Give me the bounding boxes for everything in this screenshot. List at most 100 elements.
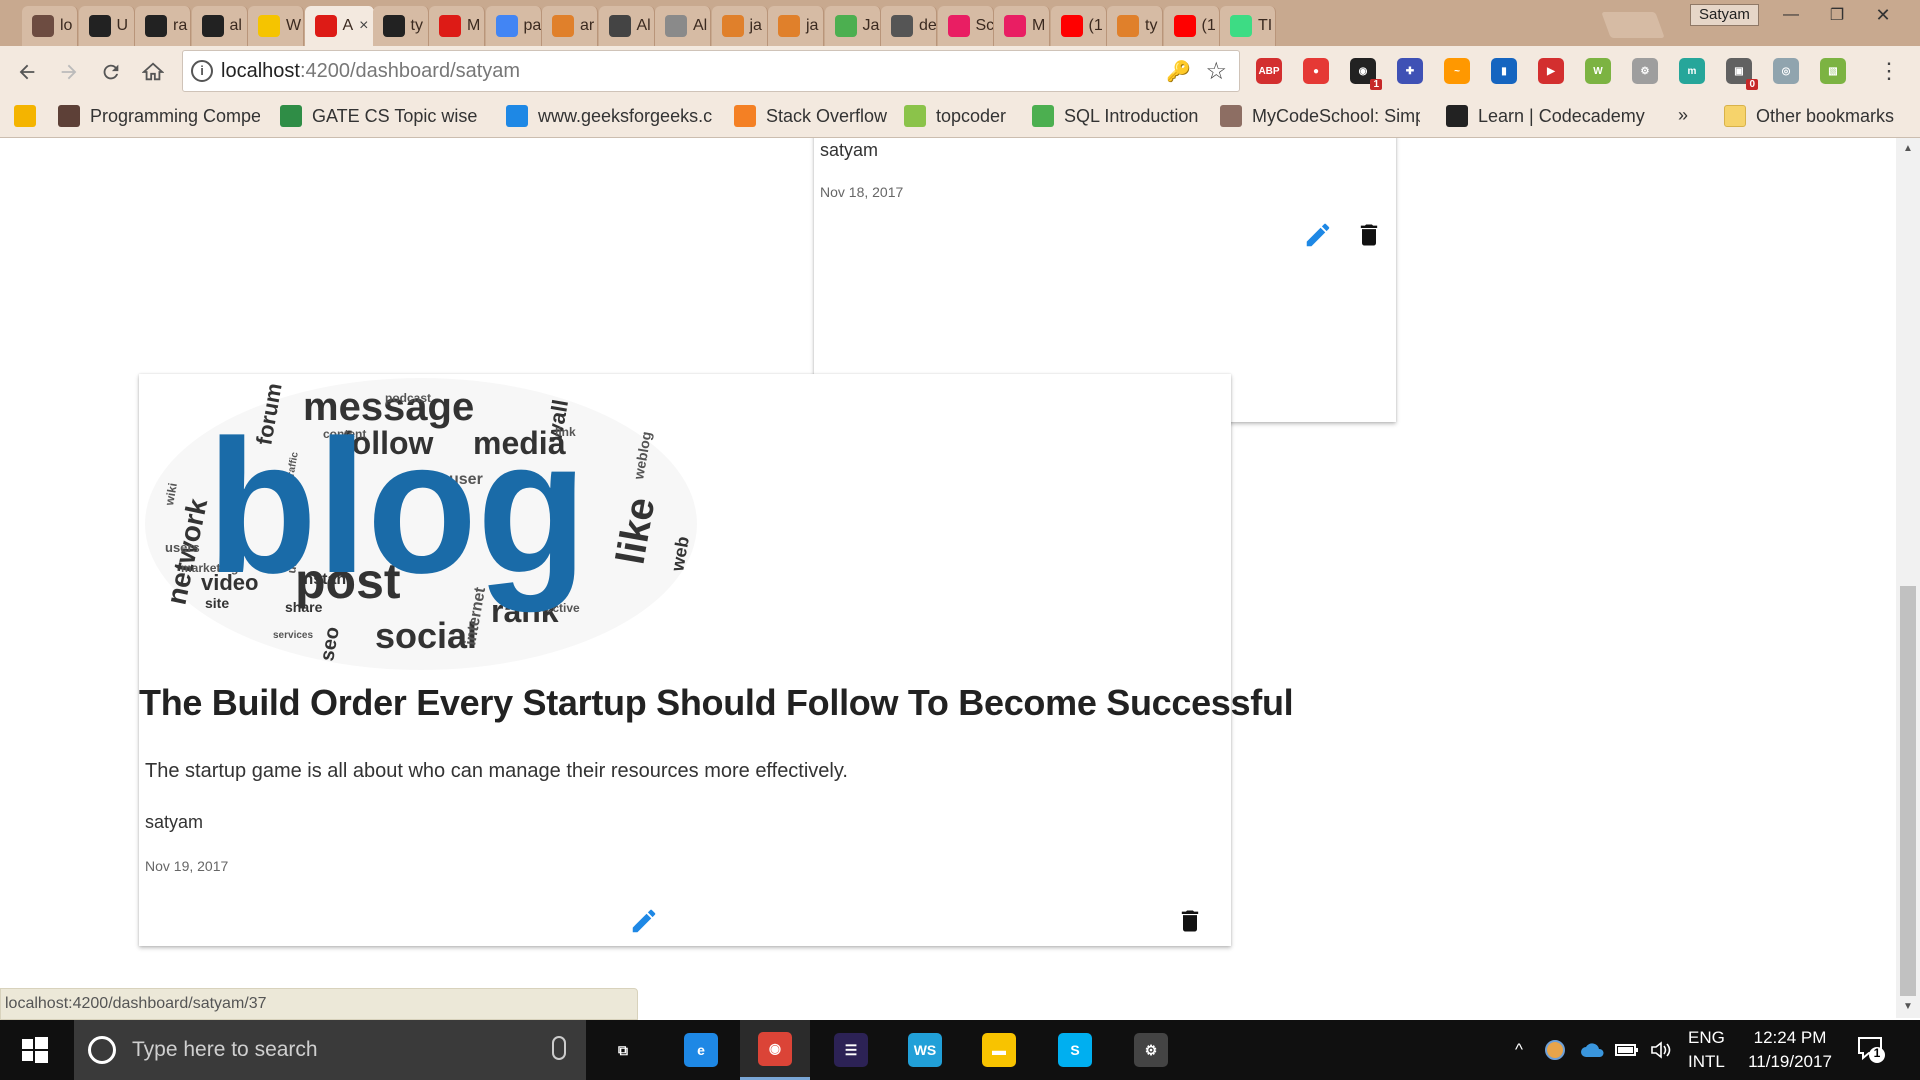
forward-arrow-icon bbox=[61, 64, 77, 80]
puzzle-icon[interactable]: ✚ bbox=[1397, 58, 1423, 84]
post-date: Nov 19, 2017 bbox=[145, 858, 229, 874]
post-title: The Build Order Every Startup Should Fol… bbox=[139, 682, 1294, 723]
tray-expand-icon[interactable]: ^ bbox=[1504, 1020, 1534, 1080]
back-button[interactable] bbox=[10, 56, 44, 88]
android-icon bbox=[1230, 15, 1252, 37]
tab[interactable]: de bbox=[881, 6, 937, 46]
edit-button[interactable] bbox=[627, 904, 661, 938]
bookmark-item[interactable]: SQL Introduction bbox=[1032, 105, 1198, 127]
pocket-icon[interactable]: ▶ bbox=[1538, 58, 1564, 84]
onedrive-icon[interactable] bbox=[1576, 1020, 1610, 1080]
briefcase-icon[interactable]: ▣ 0 bbox=[1726, 58, 1758, 90]
tab[interactable]: al bbox=[191, 6, 248, 46]
scroll-up-arrow-icon[interactable]: ▲ bbox=[1896, 138, 1920, 160]
tab[interactable]: ja bbox=[768, 6, 824, 46]
tab[interactable]: ja bbox=[711, 6, 768, 46]
tab-title: Sc bbox=[975, 17, 994, 34]
skype-taskbar-button[interactable]: S bbox=[1040, 1020, 1110, 1080]
task-view-taskbar-button[interactable]: ⧉ bbox=[588, 1020, 658, 1080]
bookmark-icon[interactable]: ▮ bbox=[1491, 58, 1517, 84]
menu-icon[interactable]: ⋮ bbox=[1878, 58, 1900, 84]
key-icon[interactable]: 🔑 bbox=[1166, 59, 1191, 84]
screenshot-icon[interactable]: ▧ bbox=[1820, 58, 1846, 84]
eclipse-taskbar-button[interactable]: ☰ bbox=[816, 1020, 886, 1080]
clock-time: 12:24 PM bbox=[1753, 1028, 1827, 1047]
tab[interactable]: (1 bbox=[1050, 6, 1107, 46]
pencil-icon bbox=[1306, 223, 1330, 247]
tab[interactable]: (1 bbox=[1163, 6, 1220, 46]
youtube-icon bbox=[1173, 15, 1196, 37]
tab[interactable]: ty bbox=[372, 6, 429, 46]
ghost-icon[interactable]: ◉ 1 bbox=[1350, 58, 1382, 90]
delete-button[interactable] bbox=[1352, 218, 1386, 252]
chrome-taskbar-button[interactable]: ◉ bbox=[740, 1020, 810, 1080]
info-icon[interactable]: i bbox=[191, 60, 213, 82]
star-icon[interactable]: ☆ bbox=[1205, 57, 1227, 86]
tray-app-icon[interactable] bbox=[1540, 1020, 1570, 1080]
wave-icon[interactable]: ~ bbox=[1444, 58, 1470, 84]
home-button[interactable] bbox=[136, 56, 170, 88]
restore-button[interactable]: ❐ bbox=[1814, 0, 1860, 30]
address-bar[interactable]: i localhost:4200/dashboard/satyam 🔑 ☆ bbox=[182, 50, 1240, 92]
start-button[interactable] bbox=[0, 1020, 70, 1080]
minimize-button[interactable]: — bbox=[1768, 0, 1814, 30]
bookmark-item[interactable]: MyCodeSchool: Simp bbox=[1220, 105, 1420, 127]
other-bookmarks[interactable]: Other bookmarks bbox=[1724, 105, 1894, 127]
tab[interactable]: TI bbox=[1220, 6, 1276, 46]
shield-icon[interactable]: ● bbox=[1303, 58, 1329, 84]
edit-button[interactable] bbox=[1301, 218, 1335, 252]
file-explorer-taskbar-button[interactable]: ▬ bbox=[964, 1020, 1034, 1080]
adblock-icon[interactable]: ABP bbox=[1256, 58, 1282, 84]
extension-glyph: ◎ bbox=[1781, 65, 1791, 77]
tab[interactable]: ra bbox=[135, 6, 191, 46]
bookmark-item[interactable]: www.geeksforgeeks.c bbox=[506, 105, 712, 127]
scroll-thumb[interactable] bbox=[1900, 586, 1916, 996]
tab[interactable]: A × bbox=[304, 6, 375, 46]
close-window-button[interactable]: ✕ bbox=[1860, 0, 1906, 30]
reload-button[interactable] bbox=[94, 56, 128, 88]
tab[interactable]: Al bbox=[655, 6, 711, 46]
bookmark-item[interactable]: GATE CS Topic wise p bbox=[280, 105, 480, 127]
cloud-icon bbox=[891, 15, 913, 37]
bookmark-item[interactable]: Programming Compe bbox=[58, 105, 260, 127]
url-text[interactable]: localhost:4200/dashboard/satyam bbox=[221, 60, 520, 83]
tab[interactable]: M bbox=[994, 6, 1050, 46]
grammar-icon[interactable]: W bbox=[1585, 58, 1611, 84]
bookmark-item[interactable]: topcoder bbox=[904, 105, 1006, 127]
tab[interactable]: lo bbox=[22, 6, 78, 46]
delete-button[interactable] bbox=[1173, 904, 1207, 938]
tab[interactable]: Al bbox=[598, 6, 655, 46]
tab-title: A bbox=[342, 17, 354, 34]
tab[interactable]: ar bbox=[542, 6, 598, 46]
tab[interactable]: U bbox=[78, 6, 135, 46]
bookmarks-overflow-button[interactable]: » bbox=[1678, 105, 1688, 126]
microphone-icon[interactable] bbox=[552, 1036, 566, 1060]
bookmark-item[interactable]: Learn | Codecademy bbox=[1446, 105, 1645, 127]
tab[interactable]: W bbox=[248, 6, 304, 46]
tab[interactable]: Sc bbox=[937, 6, 994, 46]
page-scrollbar[interactable]: ▲ ▼ bbox=[1896, 138, 1920, 1018]
battery-icon[interactable] bbox=[1612, 1020, 1642, 1080]
tab[interactable]: Ja bbox=[824, 6, 881, 46]
profile-button[interactable]: Satyam bbox=[1690, 4, 1759, 26]
tab[interactable]: pa bbox=[485, 6, 542, 46]
tab[interactable]: ty bbox=[1107, 6, 1163, 46]
action-center-button[interactable]: 1 bbox=[1856, 1034, 1886, 1064]
m-icon[interactable]: m bbox=[1679, 58, 1705, 84]
edge-taskbar-button[interactable]: e bbox=[666, 1020, 736, 1080]
tab-close-icon[interactable]: × bbox=[359, 17, 368, 35]
language-indicator[interactable]: ENG INTL bbox=[1688, 1026, 1725, 1074]
webstorm-taskbar-button[interactable]: WS bbox=[890, 1020, 960, 1080]
bookmark-item[interactable]: Stack Overflow bbox=[734, 105, 887, 127]
new-tab-button[interactable] bbox=[1601, 12, 1665, 38]
bookmark-item[interactable] bbox=[14, 105, 36, 127]
gear-ext-icon[interactable]: ⚙ bbox=[1632, 58, 1658, 84]
forward-button[interactable] bbox=[52, 56, 86, 88]
taskbar-search-box[interactable]: Type here to search bbox=[74, 1020, 586, 1080]
scroll-down-arrow-icon[interactable]: ▼ bbox=[1896, 996, 1920, 1018]
volume-icon[interactable] bbox=[1646, 1020, 1676, 1080]
tab[interactable]: M bbox=[429, 6, 485, 46]
clock[interactable]: 12:24 PM 11/19/2017 bbox=[1740, 1026, 1840, 1074]
settings-gear-taskbar-button[interactable]: ⚙ bbox=[1116, 1020, 1186, 1080]
eye-icon[interactable]: ◎ bbox=[1773, 58, 1799, 84]
